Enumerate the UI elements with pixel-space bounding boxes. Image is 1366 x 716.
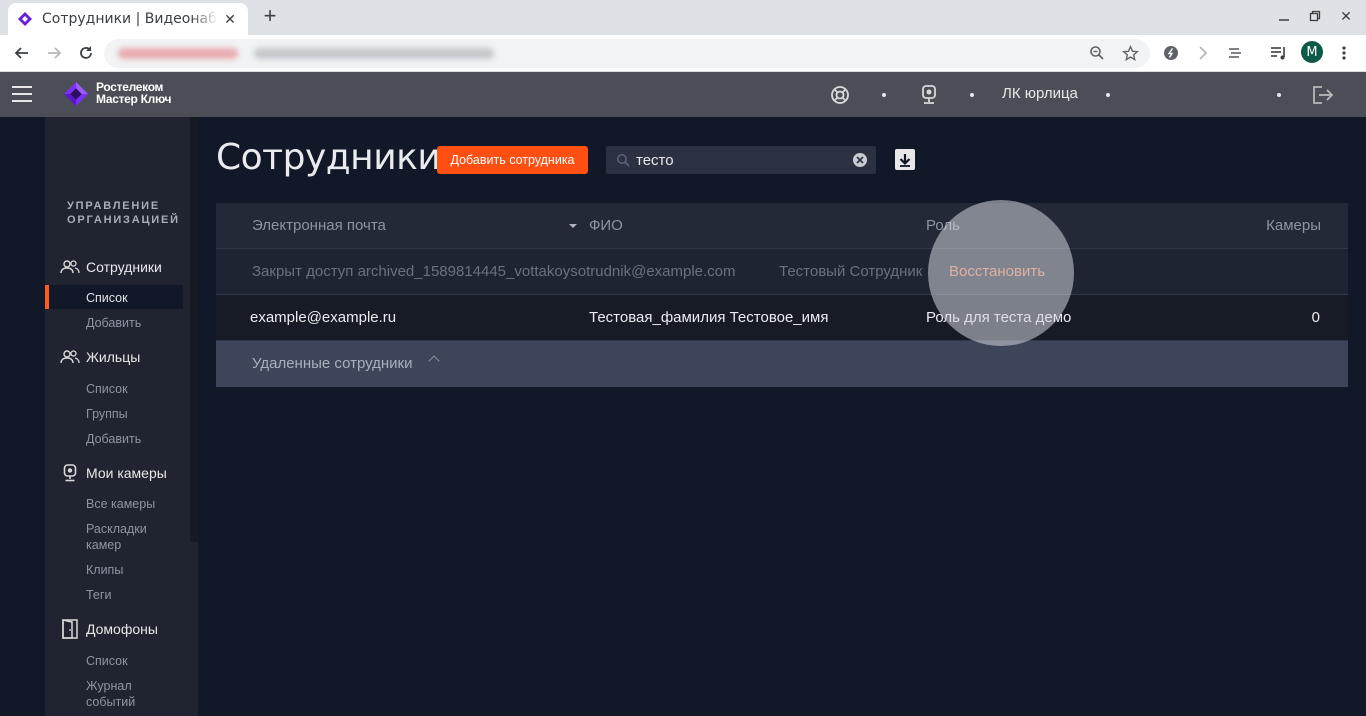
sidebar-item-intercoms-list[interactable]: Список (86, 653, 186, 669)
chevron-up-icon (428, 355, 440, 367)
logout-icon[interactable] (1312, 84, 1334, 106)
sidebar-item-residents-groups[interactable]: Группы (86, 406, 186, 422)
archived-status-label: Закрыт доступ (252, 263, 354, 280)
search-icon (617, 154, 630, 167)
sidebar-item-employees-add[interactable]: Добавить (86, 315, 186, 331)
sidebar-group-employees[interactable]: Сотрудники (60, 257, 162, 277)
sidebar-item-camera-layouts[interactable]: Раскладки камер (86, 521, 156, 553)
close-window-icon[interactable]: ✕ (1336, 6, 1356, 26)
header-separator-dot (882, 93, 886, 97)
sidebar-group-label: Мои камеры (86, 465, 167, 481)
media-control-icon[interactable] (1268, 42, 1290, 64)
deleted-employees-label: Удаленные сотрудники (252, 355, 413, 372)
cell-email: example@example.ru (250, 309, 397, 326)
webcam-icon (60, 463, 80, 483)
column-header-cameras[interactable]: Камеры (1266, 217, 1321, 234)
url-blurred-segment (254, 48, 494, 59)
cell-cameras: 0 (1311, 309, 1320, 326)
header-separator-dot (1277, 93, 1281, 97)
sidebar-rail (0, 117, 45, 716)
sidebar-group-label: Сотрудники (86, 259, 162, 275)
residents-icon (60, 347, 80, 367)
extension-icon[interactable] (1160, 42, 1182, 64)
support-icon[interactable] (829, 84, 851, 106)
logo-icon (64, 82, 88, 106)
cell-role: Роль для теста демо (926, 309, 1072, 326)
sidebar: УПРАВЛЕНИЕ ОРГАНИЗАЦИЕЙ Сотрудники Списо… (45, 117, 198, 716)
column-header-name[interactable]: ФИО (589, 217, 623, 234)
restore-link[interactable]: Восстановить (949, 263, 1045, 280)
sort-caret-icon[interactable] (569, 224, 577, 228)
browser-tab[interactable]: Сотрудники | Видеонаблюдение ✕ (8, 3, 248, 35)
browser-tabbar: Сотрудники | Видеонаблюдение ✕ + ✕ (0, 0, 1366, 35)
download-icon[interactable] (895, 149, 915, 170)
tab-title: Сотрудники | Видеонаблюдение (42, 11, 218, 27)
search-box (606, 146, 876, 174)
logo-text: Ростелеком Мастер Ключ (96, 81, 171, 105)
logo-line2: Мастер Ключ (96, 92, 172, 106)
clear-search-icon[interactable] (853, 153, 867, 167)
column-header-email[interactable]: Электронная почта (252, 217, 386, 234)
back-icon[interactable] (10, 41, 34, 65)
zoom-icon[interactable] (1086, 42, 1108, 64)
forward-icon[interactable] (42, 41, 66, 65)
sidebar-item-all-cameras[interactable]: Все камеры (86, 496, 186, 512)
reading-list-icon[interactable] (1224, 42, 1246, 64)
sidebar-group-label: Жильцы (86, 349, 141, 365)
sidebar-item-residents-add[interactable]: Добавить (86, 431, 186, 447)
door-icon (60, 619, 80, 639)
search-input[interactable] (636, 148, 846, 172)
camera-icon[interactable] (918, 84, 940, 106)
sidebar-scrollbar[interactable] (190, 117, 198, 542)
sidebar-group-residents[interactable]: Жильцы (60, 347, 140, 367)
users-icon (60, 257, 80, 277)
sidebar-item-clips[interactable]: Клипы (86, 562, 186, 578)
header-separator-dot (970, 93, 974, 97)
header-separator-dot (1106, 93, 1110, 97)
archived-email: archived_1589814445_vottakoysotrudnik@ex… (357, 263, 736, 280)
menu-icon[interactable] (12, 86, 32, 102)
sidebar-section-title: УПРАВЛЕНИЕ ОРГАНИЗАЦИЕЙ (67, 200, 180, 226)
browser-toolbar (0, 35, 1366, 72)
minimize-icon[interactable] (1274, 6, 1294, 26)
sidebar-group-intercoms[interactable]: Домофоны (60, 619, 158, 639)
address-bar[interactable] (104, 39, 1150, 68)
new-tab-plus-icon[interactable]: + (258, 5, 282, 29)
restore-window-icon[interactable] (1305, 6, 1325, 26)
table-header: Электронная почта ФИО Роль Камеры (216, 203, 1348, 249)
cell-name: Тестовая_фамилия Тестовое_имя (589, 309, 829, 326)
archived-status: Закрыт доступ archived_1589814445_vottak… (252, 263, 736, 280)
sidebar-item-tags[interactable]: Теги (86, 587, 186, 603)
app-header: Ростелеком Мастер Ключ ЛК юрлица (0, 72, 1366, 117)
add-employee-button[interactable]: Добавить сотрудника (437, 146, 588, 174)
page-title: Сотрудники (216, 137, 441, 178)
extension-arrow-icon[interactable] (1192, 42, 1214, 64)
profile-avatar[interactable]: M (1301, 41, 1323, 63)
archived-name: Тестовый Сотрудник (779, 263, 923, 280)
sidebar-item-event-log[interactable]: Журнал событий (86, 678, 146, 710)
reload-icon[interactable] (74, 41, 98, 65)
bookmark-star-icon[interactable] (1119, 42, 1141, 64)
org-label[interactable]: ЛК юрлица (1002, 85, 1078, 102)
sidebar-item-residents-list[interactable]: Список (86, 381, 186, 397)
site-favicon-icon (18, 12, 32, 26)
sidebar-group-label: Домофоны (86, 621, 158, 637)
sidebar-group-cameras[interactable]: Мои камеры (60, 463, 167, 483)
url-blurred-segment (118, 48, 238, 59)
sidebar-item-employees-list[interactable]: Список (86, 290, 186, 306)
table-row-archived: Закрыт доступ archived_1589814445_vottak… (216, 249, 1348, 295)
deleted-employees-toggle[interactable]: Удаленные сотрудники (216, 341, 1348, 387)
more-menu-icon[interactable] (1333, 42, 1355, 64)
table-row[interactable]: example@example.ru Тестовая_фамилия Тест… (216, 295, 1348, 341)
column-header-role[interactable]: Роль (926, 217, 960, 234)
tab-close-icon[interactable]: ✕ (220, 9, 240, 29)
brand-logo[interactable]: Ростелеком Мастер Ключ (62, 80, 182, 110)
sidebar-active-marker (45, 285, 49, 309)
